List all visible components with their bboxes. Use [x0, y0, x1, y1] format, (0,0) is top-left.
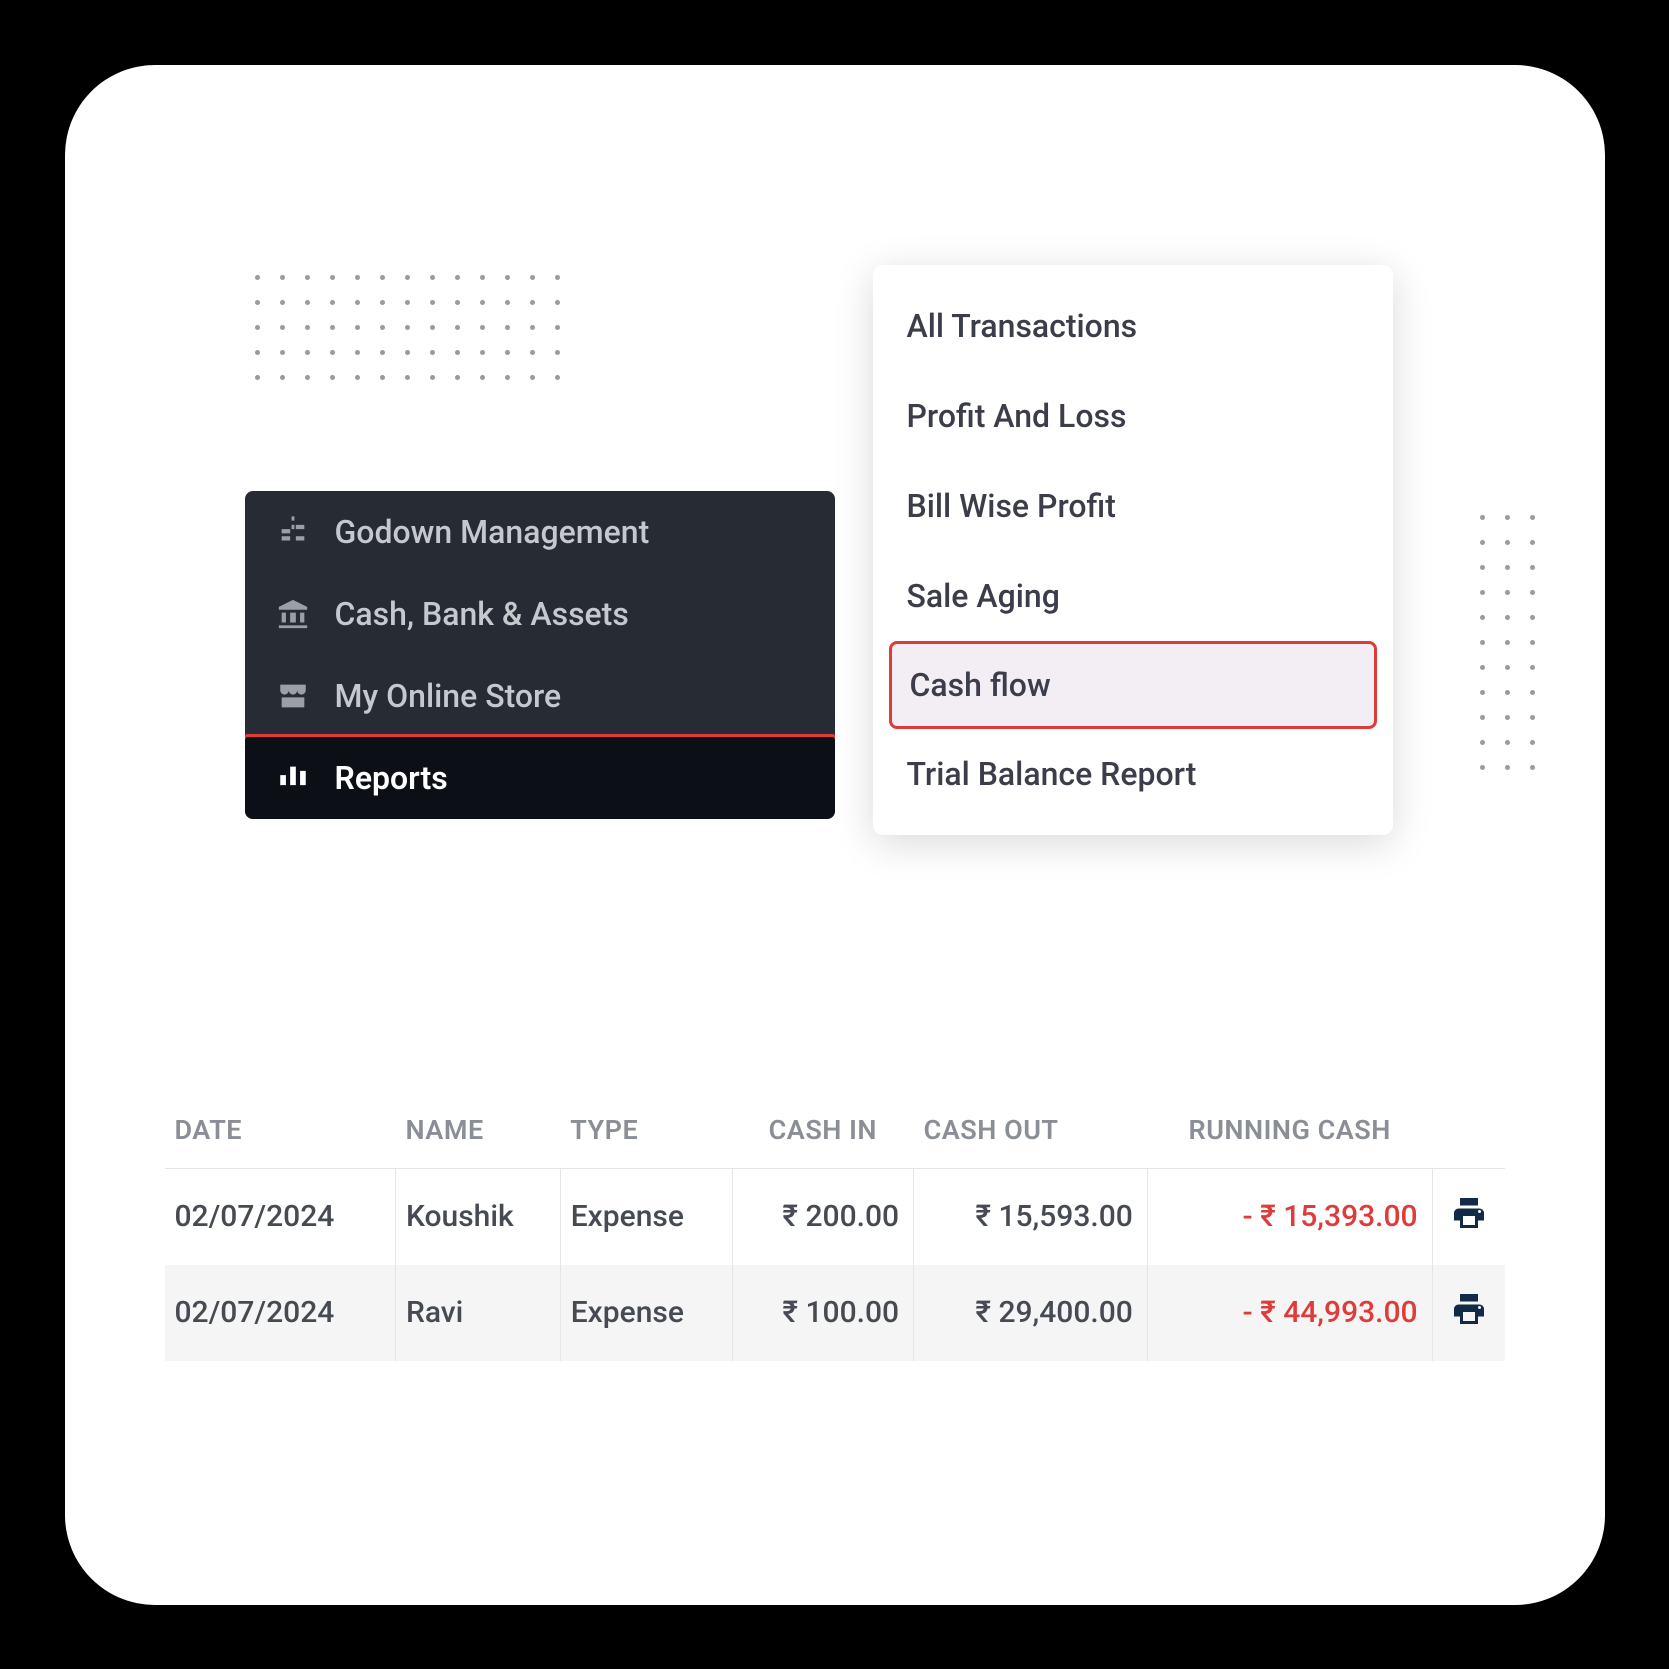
printer-icon[interactable]: [1451, 1204, 1487, 1239]
printer-icon[interactable]: [1451, 1300, 1487, 1335]
cell-date: 02/07/2024: [165, 1265, 396, 1361]
sidebar-item-online-store[interactable]: My Online Store: [245, 655, 835, 737]
cell-running: - ₹ 44,993.00: [1147, 1265, 1432, 1361]
cell-name: Ravi: [395, 1265, 560, 1361]
cell-type: Expense: [560, 1265, 732, 1361]
table-header-row: DATE NAME TYPE CASH IN CASH OUT RUNNING …: [165, 1092, 1505, 1169]
col-date: DATE: [165, 1092, 396, 1169]
col-cash-out: CASH OUT: [914, 1092, 1148, 1169]
submenu-item-profit-loss[interactable]: Profit And Loss: [873, 371, 1393, 461]
cash-flow-table: DATE NAME TYPE CASH IN CASH OUT RUNNING …: [165, 1092, 1505, 1361]
submenu-item-all-transactions[interactable]: All Transactions: [873, 281, 1393, 371]
reports-submenu: All Transactions Profit And Loss Bill Wi…: [873, 265, 1393, 835]
col-type: TYPE: [560, 1092, 732, 1169]
col-name: NAME: [395, 1092, 560, 1169]
cell-name: Koushik: [395, 1168, 560, 1265]
col-running: RUNNING CASH: [1147, 1092, 1432, 1169]
decoration-dots-right: [1480, 515, 1535, 770]
store-icon: [273, 679, 313, 713]
cell-cash-out: ₹ 15,593.00: [914, 1168, 1148, 1265]
sidebar-item-cash-bank[interactable]: Cash, Bank & Assets: [245, 573, 835, 655]
cell-cash-in: ₹ 100.00: [732, 1265, 914, 1361]
submenu-item-trial-balance[interactable]: Trial Balance Report: [873, 729, 1393, 819]
col-actions: [1432, 1092, 1504, 1169]
table-row: 02/07/2024 Koushik Expense ₹ 200.00 ₹ 15…: [165, 1168, 1505, 1265]
submenu-item-bill-wise-profit[interactable]: Bill Wise Profit: [873, 461, 1393, 551]
cell-type: Expense: [560, 1168, 732, 1265]
bar-chart-icon: [273, 761, 313, 795]
submenu-item-cash-flow[interactable]: Cash flow: [889, 641, 1377, 729]
col-cash-in: CASH IN: [732, 1092, 914, 1169]
sidebar-item-label: Reports: [335, 759, 448, 797]
table-row: 02/07/2024 Ravi Expense ₹ 100.00 ₹ 29,40…: [165, 1265, 1505, 1361]
submenu-item-sale-aging[interactable]: Sale Aging: [873, 551, 1393, 641]
sidebar-item-reports[interactable]: Reports: [245, 734, 835, 819]
sidebar-item-godown[interactable]: Godown Management: [245, 491, 835, 573]
sidebar: Godown Management Cash, Bank & Assets My…: [245, 491, 835, 819]
cell-cash-in: ₹ 200.00: [732, 1168, 914, 1265]
cell-print: [1432, 1168, 1504, 1265]
cell-cash-out: ₹ 29,400.00: [914, 1265, 1148, 1361]
sidebar-item-label: Cash, Bank & Assets: [335, 595, 629, 633]
app-card: Godown Management Cash, Bank & Assets My…: [65, 65, 1605, 1605]
sidebar-item-label: Godown Management: [335, 513, 650, 551]
cell-date: 02/07/2024: [165, 1168, 396, 1265]
godown-icon: [273, 515, 313, 549]
cell-running: - ₹ 15,393.00: [1147, 1168, 1432, 1265]
cash-flow-table-wrap: DATE NAME TYPE CASH IN CASH OUT RUNNING …: [165, 1092, 1505, 1361]
bank-icon: [273, 597, 313, 631]
sidebar-item-label: My Online Store: [335, 677, 562, 715]
decoration-dots-top: [255, 275, 560, 380]
cell-print: [1432, 1265, 1504, 1361]
